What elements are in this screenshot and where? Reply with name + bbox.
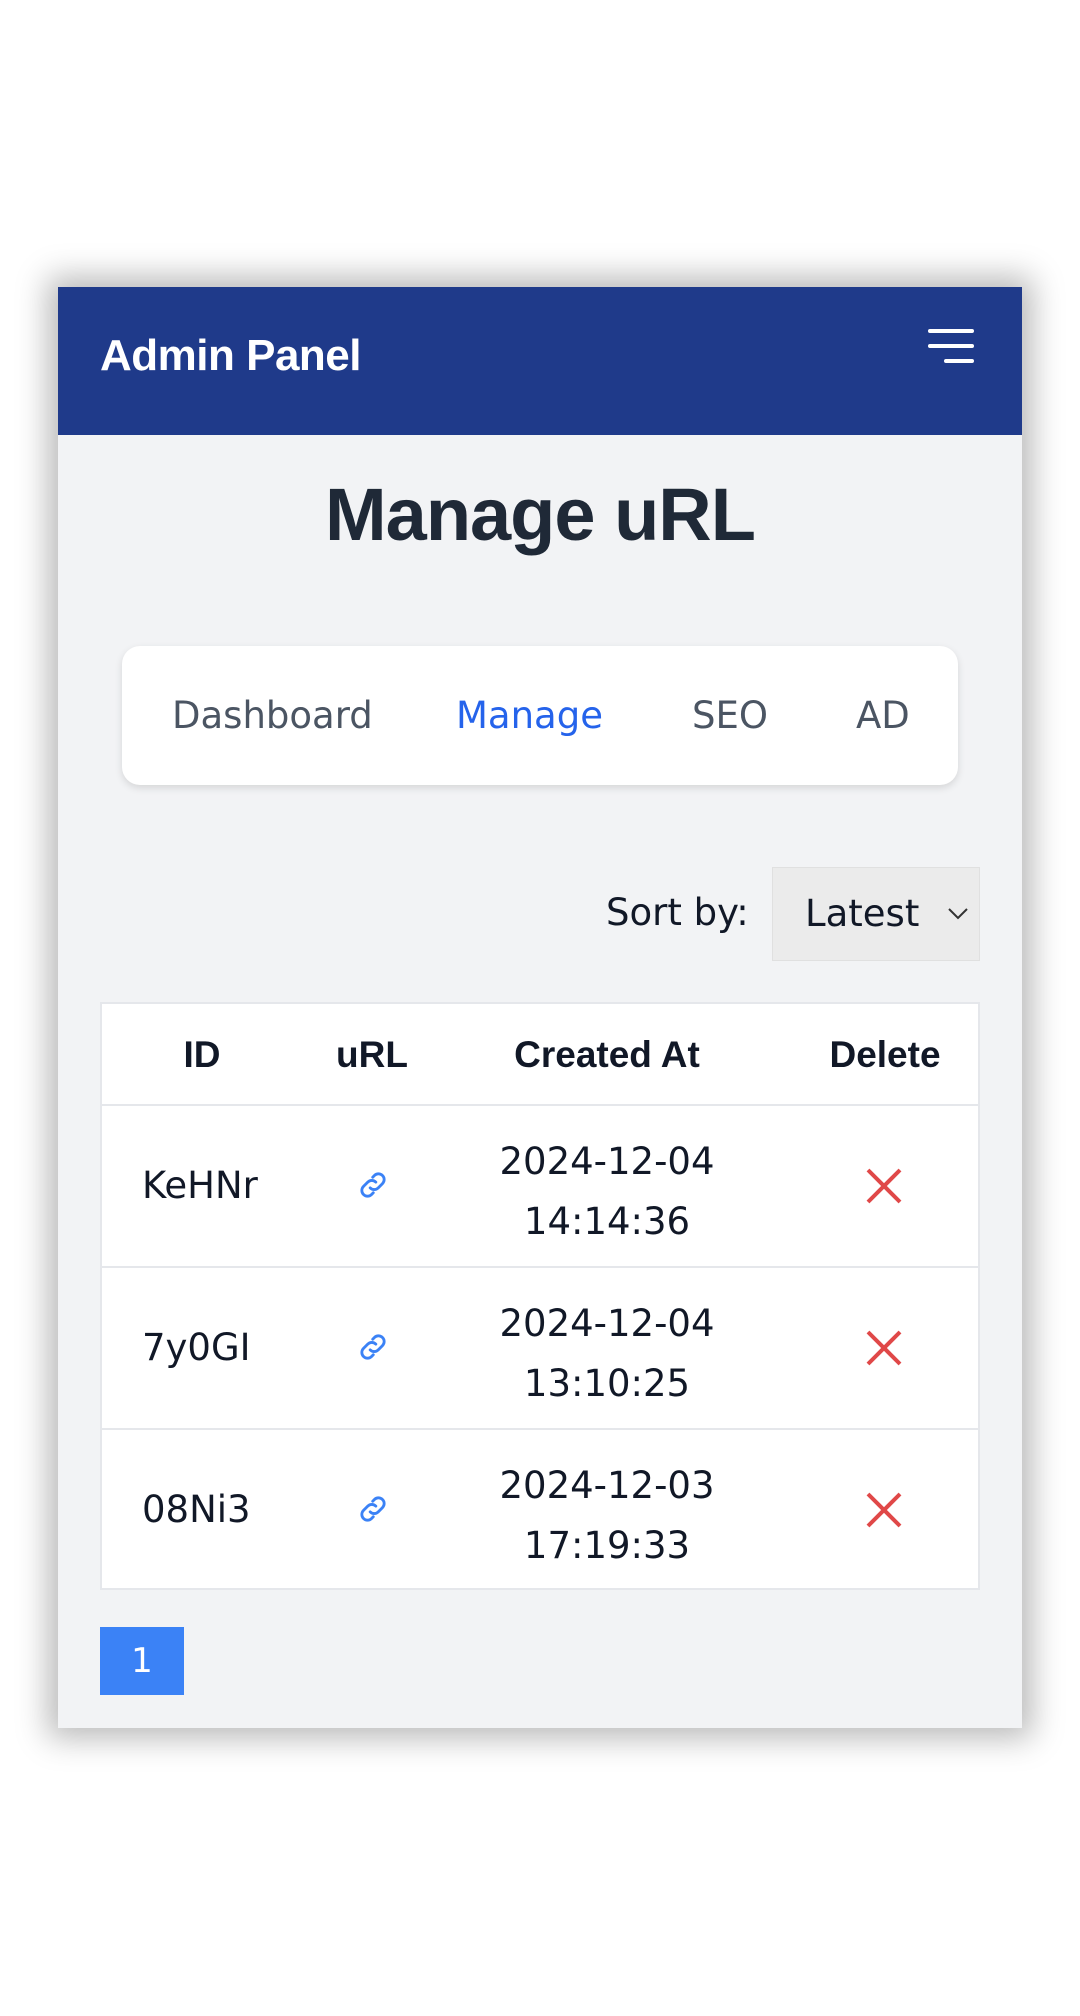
section-nav: Dashboard Manage SEO AD	[122, 646, 958, 785]
pagination-page-button[interactable]: 1	[100, 1627, 184, 1695]
table-row: 7y0GI 2024-12-04 13:10:25	[102, 1266, 978, 1428]
column-header-created-at: Created At	[514, 1034, 700, 1075]
row-id: KeHNr	[142, 1164, 258, 1207]
sort-selected-value: Latest	[805, 892, 920, 935]
created-date: 2024-12-04	[499, 1140, 715, 1183]
top-bar: Admin Panel	[58, 287, 1022, 435]
row-id: 7y0GI	[142, 1326, 251, 1369]
brand-title: Admin Panel	[100, 331, 362, 380]
row-created-at: 2024-12-03 17:19:33	[482, 1456, 732, 1576]
sort-select[interactable]: Latest	[772, 867, 980, 961]
created-time: 17:19:33	[523, 1524, 691, 1567]
tab-dashboard[interactable]: Dashboard	[172, 694, 373, 737]
link-icon[interactable]	[356, 1168, 390, 1202]
column-header-id: ID	[183, 1034, 221, 1075]
app-frame: Admin Panel Manage uRL Dashboard Manage …	[58, 287, 1022, 1728]
created-time: 14:14:36	[523, 1200, 691, 1243]
created-date: 2024-12-03	[499, 1464, 715, 1507]
hamburger-menu-icon[interactable]	[928, 327, 974, 367]
chevron-down-icon	[948, 908, 968, 920]
row-id: 08Ni3	[142, 1488, 251, 1531]
sort-label: Sort by:	[606, 891, 749, 934]
table-row: 08Ni3 2024-12-03 17:19:33	[102, 1428, 978, 1590]
created-date: 2024-12-04	[499, 1302, 715, 1345]
tab-ad[interactable]: AD	[856, 694, 910, 737]
close-icon[interactable]	[864, 1490, 904, 1530]
page-title: Manage uRL	[325, 473, 756, 556]
row-created-at: 2024-12-04 14:14:36	[482, 1132, 732, 1252]
tab-manage[interactable]: Manage	[456, 694, 603, 737]
table-row: KeHNr 2024-12-04 14:14:36	[102, 1104, 978, 1266]
column-header-url: uRL	[336, 1034, 408, 1075]
url-table: ID uRL Created At Delete KeHNr 2024-12-0…	[100, 1002, 980, 1590]
link-icon[interactable]	[356, 1330, 390, 1364]
row-created-at: 2024-12-04 13:10:25	[482, 1294, 732, 1414]
close-icon[interactable]	[864, 1328, 904, 1368]
tab-seo[interactable]: SEO	[692, 694, 768, 737]
close-icon[interactable]	[864, 1166, 904, 1206]
link-icon[interactable]	[356, 1492, 390, 1526]
column-header-delete: Delete	[829, 1034, 941, 1075]
created-time: 13:10:25	[523, 1362, 691, 1405]
